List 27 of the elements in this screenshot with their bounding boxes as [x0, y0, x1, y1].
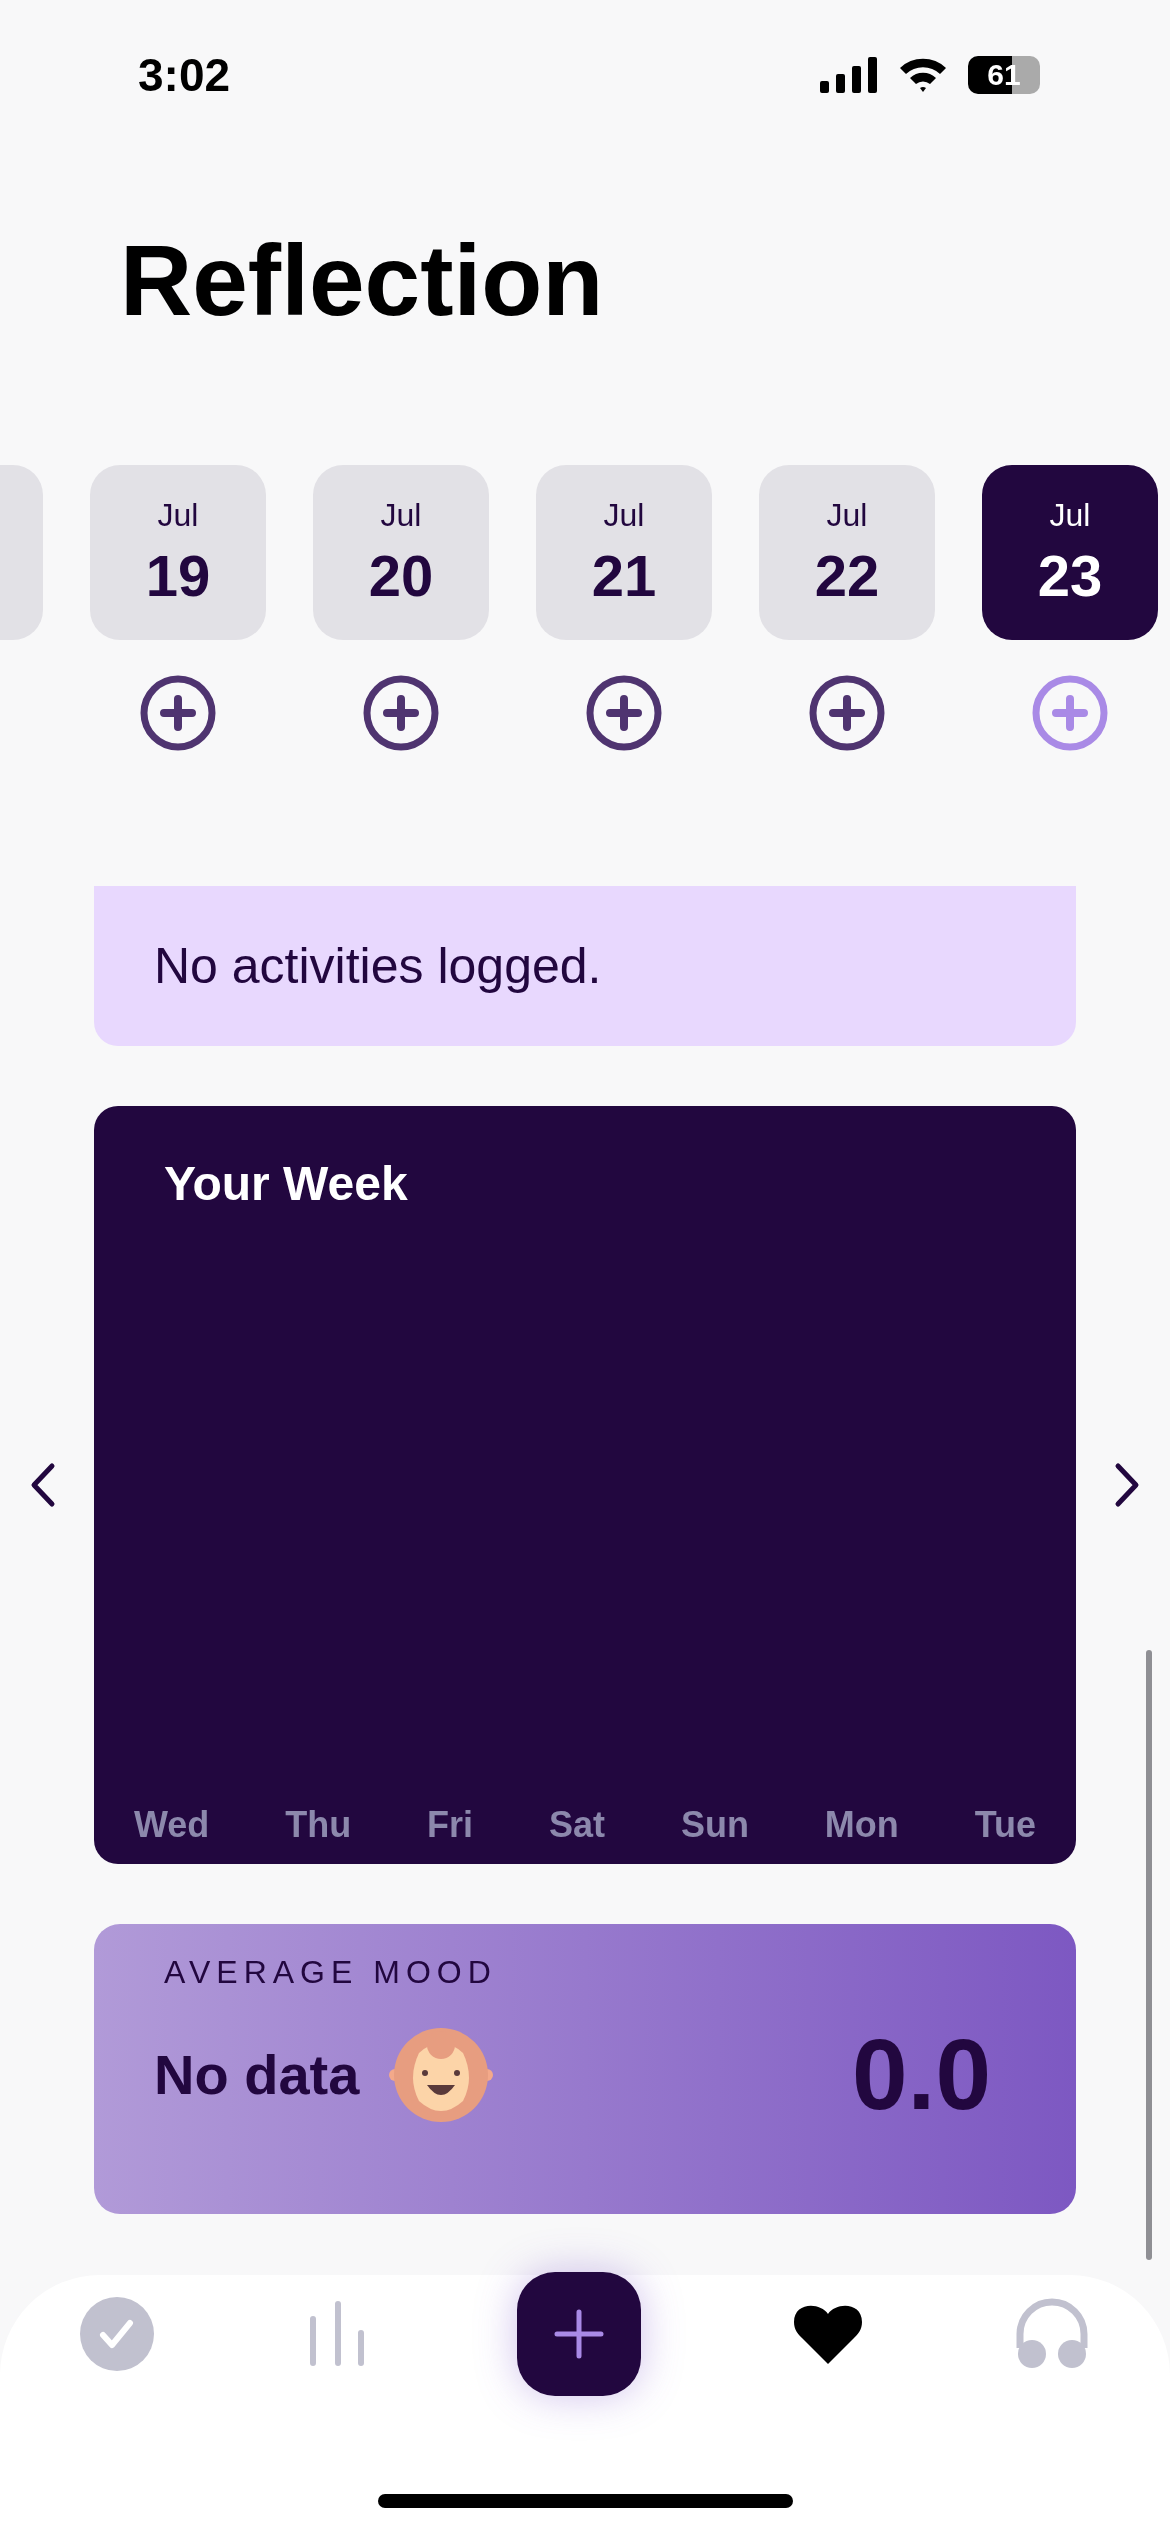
weekday-label: Thu	[285, 1804, 352, 1846]
date-card[interactable]: Jul 22	[759, 465, 935, 640]
weekday-label: Sun	[680, 1804, 749, 1846]
mood-label: AVERAGE MOOD	[164, 1954, 498, 1991]
activities-message: No activities logged.	[154, 937, 602, 995]
mood-score: 0.0	[852, 2017, 991, 2132]
weekday-label: Fri	[427, 1804, 474, 1846]
date-card[interactable]: Jul 21	[536, 465, 712, 640]
signal-icon	[820, 57, 878, 93]
date-card[interactable]: Jul 19	[90, 465, 266, 640]
weekday-label: Tue	[974, 1804, 1036, 1846]
weekday-label: Wed	[133, 1804, 210, 1846]
status-time: 3:02	[138, 48, 231, 102]
date-card[interactable]: Jul 23	[982, 465, 1158, 640]
page-title: Reflection	[120, 230, 605, 330]
add-icon[interactable]	[362, 674, 440, 752]
wifi-icon	[898, 56, 948, 94]
add-icon[interactable]	[808, 674, 886, 752]
add-icon[interactable]	[585, 674, 663, 752]
week-title: Your Week	[164, 1156, 409, 1211]
weekday-label: Sat	[548, 1804, 605, 1846]
add-icon[interactable]	[139, 674, 217, 752]
mood-status: No data	[154, 2042, 360, 2107]
check-circle-icon[interactable]	[80, 2296, 154, 2371]
add-button[interactable]	[517, 2271, 641, 2396]
weekday-label: Mon	[824, 1804, 899, 1846]
date-card[interactable]: Jul 20	[313, 465, 489, 640]
